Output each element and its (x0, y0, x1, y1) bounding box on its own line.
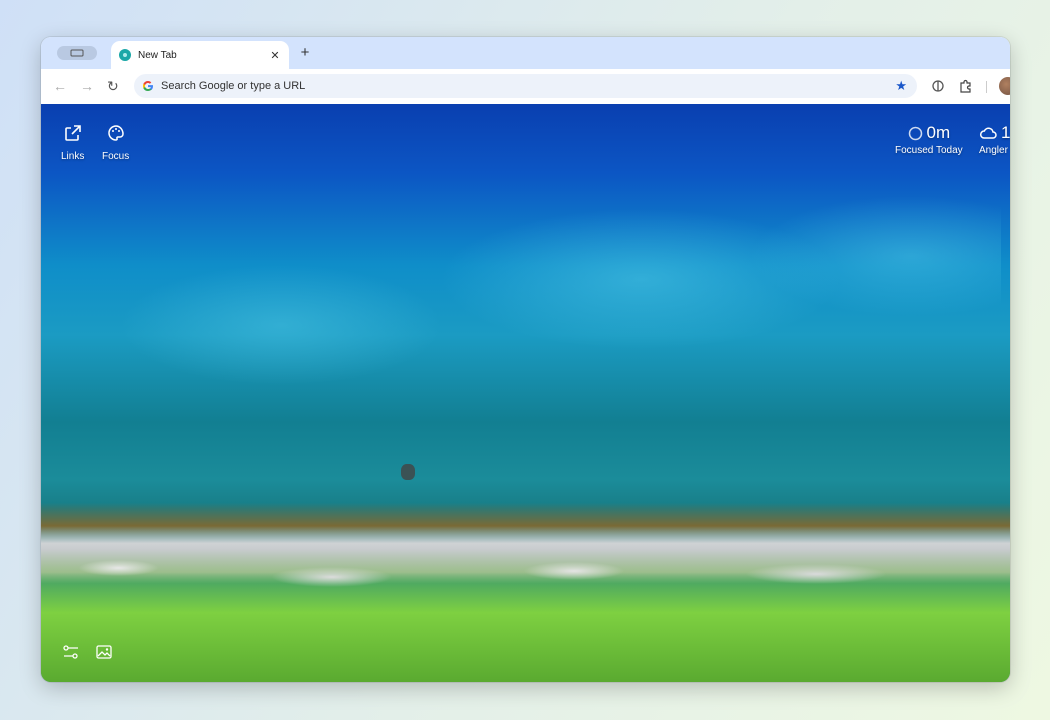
omnibox[interactable]: Search Google or type a URL ★ (134, 74, 917, 98)
extensions-puzzle-icon[interactable] (959, 79, 973, 93)
tab-groups-icon[interactable] (931, 79, 945, 93)
omnibox-placeholder: Search Google or type a URL (161, 80, 306, 92)
cloud-icon (979, 127, 997, 139)
progress-ring-icon (908, 126, 922, 140)
swimmer (401, 464, 415, 480)
back-arrow-icon[interactable]: ← (53, 79, 67, 93)
profile-avatar[interactable] (999, 77, 1010, 95)
focused-value: 0m (926, 123, 951, 142)
wave-foam (101, 164, 1001, 394)
new-tab-plus-icon[interactable]: + (297, 44, 313, 61)
close-icon[interactable]: ✕ (269, 49, 281, 62)
weather-label: Angler (979, 145, 1008, 156)
image-icon[interactable] (96, 644, 112, 660)
focus-button[interactable]: Focus (102, 124, 129, 162)
forward-arrow-icon[interactable]: → (80, 79, 94, 93)
bottom-left-controls (63, 644, 112, 660)
tab-search-button[interactable] (57, 46, 97, 60)
links-button[interactable]: Links (61, 124, 84, 162)
links-label: Links (61, 151, 85, 162)
tab-new-tab[interactable]: New Tab ✕ (111, 41, 289, 69)
weather-widget[interactable]: 1 Angler (979, 123, 1010, 156)
palette-icon (107, 125, 124, 141)
browser-window: New Tab ✕ + ← → ↻ Search Google or type … (41, 37, 1010, 682)
bookmark-star-icon[interactable]: ★ (895, 78, 907, 94)
reload-icon[interactable]: ↻ (107, 79, 119, 93)
focused-label: Focused Today (895, 145, 963, 156)
tab-title: New Tab (138, 49, 177, 61)
tab-search-icon (70, 49, 84, 57)
external-link-icon (64, 125, 81, 141)
browser-toolbar: ← → ↻ Search Google or type a URL ★ (41, 69, 1010, 104)
settings-sliders-icon[interactable] (63, 644, 79, 660)
google-g-icon (143, 81, 153, 91)
toolbar-divider (986, 81, 987, 93)
shoreline-rocks (41, 544, 1010, 604)
focus-label: Focus (102, 151, 130, 162)
focused-today-widget[interactable]: 0m Focused Today (895, 123, 963, 156)
tab-strip: New Tab ✕ + (41, 37, 1010, 69)
new-tab-favicon-icon (119, 49, 131, 61)
new-tab-background: Links Focus 0m Focused Today 1 Angler (41, 104, 1010, 682)
weather-value: 1 (1001, 123, 1010, 142)
